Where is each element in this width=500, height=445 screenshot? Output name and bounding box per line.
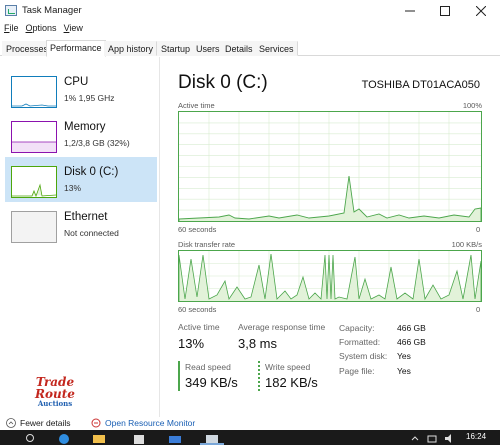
active-time-graph-max: 100% [462,101,482,110]
transfer-rate-graph-label: Disk transfer rate [178,240,236,249]
memory-thumbnail-graph [11,121,57,153]
open-resource-monitor-label: Open Resource Monitor [105,418,196,428]
formatted-value: 466 GB [397,337,426,347]
window-title: Task Manager [22,5,82,16]
tab-processes[interactable]: Processes [2,41,53,56]
active-time-value: 13% [178,336,205,351]
logo-line-auctions: Auctions [37,399,73,408]
active-time-graph [178,111,482,222]
file-explorer-icon[interactable] [92,433,106,444]
sidebar-item-label: Disk 0 (C:) [64,166,119,178]
page-file-label: Page file: [339,366,375,376]
search-icon[interactable] [25,433,39,444]
sidebar-item-detail: 13% [64,183,82,193]
transfer-rate-graph [178,250,482,302]
close-button[interactable] [466,0,496,22]
task-manager-icon [5,5,17,16]
network-icon[interactable] [427,433,441,444]
read-speed-indicator [178,361,180,391]
mail-icon[interactable] [168,433,182,444]
system-disk-label: System disk: [339,351,388,361]
sidebar-item-cpu[interactable]: CPU 1% 1,95 GHz [5,67,157,112]
sidebar-item-detail: Not connected [64,228,119,238]
transfer-rate-graph-time-span: 60 seconds [178,305,217,314]
sidebar-item-memory[interactable]: Memory 1,2/3,8 GB (32%) [5,112,157,157]
minimize-button[interactable] [395,0,425,22]
transfer-rate-graph-plot [179,251,481,301]
fewer-details-button[interactable]: Fewer details [6,418,71,428]
windows-taskbar: 16:24 [0,430,500,445]
chevron-up-tray-icon[interactable] [410,433,424,444]
sidebar-item-label: Ethernet [64,211,108,223]
capacity-label: Capacity: [339,323,375,333]
tab-users[interactable]: Users [192,41,224,56]
system-disk-value: Yes [397,351,411,361]
volume-icon[interactable] [444,433,458,444]
write-speed-value: 182 KB/s [265,375,318,390]
sidebar-item-label: Memory [64,121,106,133]
tab-startup[interactable]: Startup [157,41,195,56]
minimize-icon [405,10,415,12]
close-icon [476,6,486,16]
fewer-details-label: Fewer details [20,418,71,428]
sidebar-item-detail: 1% 1,95 GHz [64,93,115,103]
write-speed-label: Write speed [265,362,311,372]
active-time-graph-time-span: 60 seconds [178,225,217,234]
store-icon[interactable] [132,433,146,444]
cpu-thumbnail-graph [11,76,57,108]
sidebar-item-disk[interactable]: Disk 0 (C:) 13% [5,157,157,202]
menu-view-rest: iew [69,23,83,33]
active-time-graph-zero: 0 [476,225,481,234]
disk-thumbnail-graph [11,166,57,198]
formatted-label: Formatted: [339,337,381,347]
edge-browser-icon[interactable] [58,433,72,444]
ethernet-thumbnail-graph [11,211,57,243]
resource-sidebar: CPU 1% 1,95 GHz Memory 1,2/3,8 GB (32%) … [0,57,160,417]
tab-details[interactable]: Details [221,41,257,56]
sidebar-item-ethernet[interactable]: Ethernet Not connected [5,202,157,247]
active-time-label: Active time [178,322,220,332]
tab-app-history[interactable]: App history [104,41,158,56]
chevron-up-icon [6,418,16,428]
menu-file-rest: ile [9,23,19,33]
menu-bar: File Options View [0,23,83,37]
footer-bar: Fewer details Open Resource Monitor [0,418,500,429]
disk-model: TOSHIBA DT01ACA050 [361,79,480,91]
menu-options-rest: ptions [32,23,57,33]
page-file-value: Yes [397,366,411,376]
read-speed-label: Read speed [185,362,231,372]
maximize-icon [440,6,450,16]
transfer-rate-graph-max: 100 KB/s [451,240,482,249]
tab-strip: Processes Performance App history Startu… [0,40,500,57]
clock-time[interactable]: 16:24 [466,432,486,441]
tab-services[interactable]: Services [255,41,298,56]
read-speed-value: 349 KB/s [185,375,238,390]
capacity-value: 466 GB [397,323,426,333]
active-time-graph-label: Active time [178,101,215,110]
transfer-rate-graph-zero: 0 [476,305,481,314]
sidebar-item-label: CPU [64,76,89,88]
menu-options[interactable]: Options [26,23,57,37]
maximize-button[interactable] [430,0,460,22]
resource-monitor-icon [91,418,101,428]
page-title: Disk 0 (C:) [178,72,268,93]
write-speed-indicator [258,361,260,391]
open-resource-monitor-link[interactable]: Open Resource Monitor [91,418,195,428]
avg-response-label: Average response time [238,322,326,332]
active-time-graph-plot [179,112,481,221]
tab-performance[interactable]: Performance [46,40,106,57]
trade-route-auctions-logo: Trade Route Auctions [30,376,80,420]
task-manager-window: Task Manager File Options View Processes… [0,0,500,445]
sidebar-item-detail: 1,2/3,8 GB (32%) [64,138,130,148]
avg-response-value: 3,8 ms [238,336,278,351]
menu-view[interactable]: View [64,23,83,37]
title-bar[interactable]: Task Manager [0,0,500,22]
menu-file[interactable]: File [4,23,19,37]
